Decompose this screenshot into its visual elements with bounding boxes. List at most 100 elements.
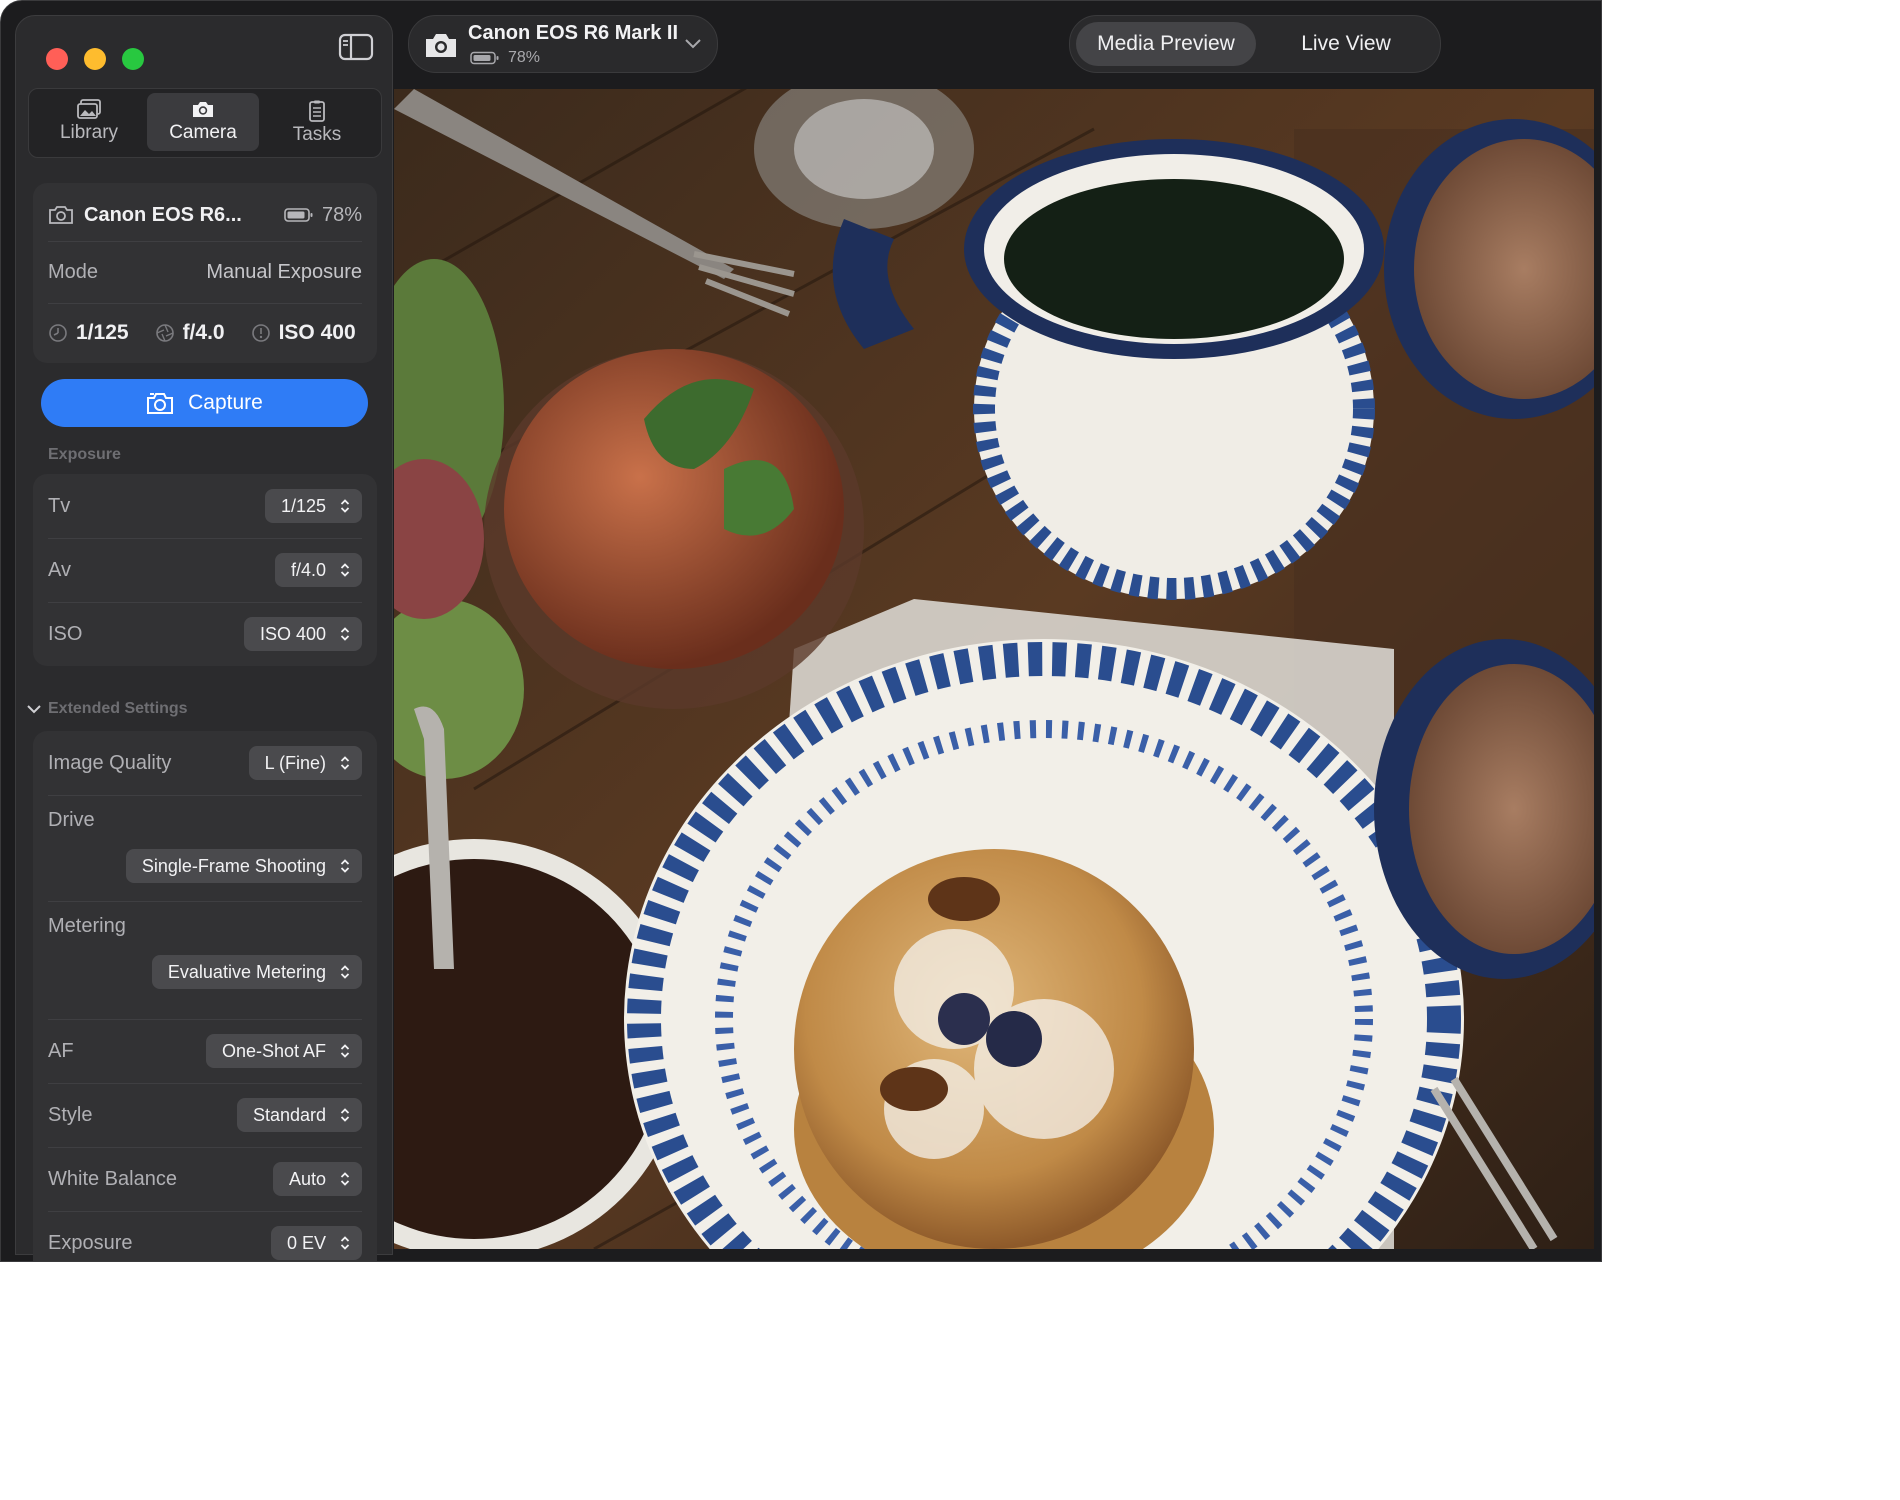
close-window-button[interactable]	[46, 48, 68, 70]
capture-button[interactable]: Capture	[41, 379, 368, 427]
iso-value: ISO 400	[278, 321, 356, 344]
sidebar-toggle-icon[interactable]	[338, 32, 374, 62]
sidebar: Library Camera Tasks Canon EOS R6... 78%…	[15, 15, 393, 1261]
updown-chevron-icon	[340, 859, 350, 873]
app-window: Library Camera Tasks Canon EOS R6... 78%…	[0, 0, 1602, 1262]
aperture-icon	[155, 324, 174, 342]
live-view-button[interactable]: Live View	[1266, 22, 1426, 66]
exposure-comp-row: Exposure 0 EV	[48, 1211, 362, 1261]
style-label: Style	[48, 1103, 93, 1126]
camera-info-card: Canon EOS R6... 78% Mode Manual Exposure	[33, 183, 377, 363]
media-preview-image[interactable]	[394, 89, 1594, 1249]
exposure-comp-label: Exposure	[48, 1231, 133, 1254]
style-value: Standard	[252, 1104, 326, 1125]
white-balance-select[interactable]: Auto	[272, 1162, 362, 1196]
shutter-speed-icon	[49, 324, 67, 342]
metering-select[interactable]: Evaluative Metering	[151, 955, 362, 989]
extended-settings-disclosure[interactable]: Extended Settings	[26, 700, 188, 718]
food-photo	[394, 89, 1594, 1249]
av-value: f/4.0	[290, 559, 326, 580]
af-value: One-Shot AF	[221, 1040, 326, 1061]
exposure-section-label: Exposure	[48, 446, 121, 463]
live-view-label: Live View	[1301, 32, 1391, 55]
drive-select[interactable]: Single-Frame Shooting	[125, 849, 362, 883]
media-preview-label: Media Preview	[1097, 32, 1235, 55]
minimize-window-button[interactable]	[84, 48, 106, 70]
image-quality-value: L (Fine)	[264, 752, 326, 773]
sidebar-tab-bar: Library Camera Tasks	[28, 88, 382, 158]
image-quality-row: Image Quality L (Fine)	[48, 731, 362, 795]
drive-row: Drive Single-Frame Shooting	[48, 795, 362, 901]
iso-row: ISO ISO 400	[48, 602, 362, 666]
tv-stepper[interactable]: 1/125	[264, 489, 362, 523]
camera-icon	[49, 206, 73, 224]
extended-settings-card: Image Quality L (Fine) Drive Single-Fram…	[33, 731, 377, 1261]
iso-stepper[interactable]: ISO 400	[243, 617, 362, 651]
metering-label: Metering	[48, 915, 126, 937]
mode-row: Mode Manual Exposure	[48, 241, 362, 303]
drive-value: Single-Frame Shooting	[141, 855, 326, 876]
clipboard-icon	[309, 100, 325, 122]
tab-label: Tasks	[292, 124, 342, 145]
af-row: AF One-Shot AF	[48, 1019, 362, 1083]
af-label: AF	[48, 1039, 74, 1062]
white-balance-value: Auto	[288, 1168, 326, 1189]
chevron-down-icon	[27, 705, 41, 714]
battery-icon	[470, 51, 499, 65]
battery-icon	[284, 208, 313, 222]
view-mode-toggle: Media Preview Live View	[1069, 15, 1441, 73]
camera-header-row: Canon EOS R6... 78%	[48, 183, 362, 247]
camera-capture-icon	[147, 393, 174, 414]
device-name: Canon EOS R6 Mark II	[468, 22, 679, 44]
style-select[interactable]: Standard	[236, 1098, 362, 1132]
updown-chevron-icon	[340, 499, 350, 513]
updown-chevron-icon	[340, 1044, 350, 1058]
camera-icon	[426, 34, 456, 57]
mode-value: Manual Exposure	[206, 260, 362, 283]
tab-camera[interactable]: Camera	[147, 93, 259, 151]
tv-value: 1/125	[280, 495, 326, 516]
zoom-window-button[interactable]	[122, 48, 144, 70]
av-row: Av f/4.0	[48, 538, 362, 602]
chevron-down-icon	[685, 39, 701, 49]
battery-level: 78%	[321, 203, 362, 226]
device-battery: 78%	[508, 49, 541, 66]
iso-label: ISO	[48, 622, 83, 645]
mode-label: Mode	[48, 260, 99, 283]
updown-chevron-icon	[340, 1236, 350, 1250]
metering-value: Evaluative Metering	[167, 961, 326, 982]
exposure-card: Tv 1/125 Av f/4.0 ISO ISO 400	[33, 474, 377, 666]
media-preview-button[interactable]: Media Preview	[1076, 22, 1256, 66]
image-quality-select[interactable]: L (Fine)	[248, 746, 362, 780]
drive-label: Drive	[48, 809, 95, 831]
updown-chevron-icon	[340, 756, 350, 770]
af-select[interactable]: One-Shot AF	[205, 1034, 362, 1068]
updown-chevron-icon	[340, 965, 350, 979]
updown-chevron-icon	[340, 1172, 350, 1186]
capture-label: Capture	[188, 391, 263, 414]
updown-chevron-icon	[340, 1108, 350, 1122]
white-balance-row: White Balance Auto	[48, 1147, 362, 1211]
iso-stepper-value: ISO 400	[259, 623, 326, 644]
camera-name: Canon EOS R6...	[84, 203, 242, 226]
white-balance-label: White Balance	[48, 1167, 177, 1190]
aperture-value: f/4.0	[182, 321, 225, 344]
style-row: Style Standard	[48, 1083, 362, 1147]
image-quality-label: Image Quality	[48, 751, 172, 774]
tv-label: Tv	[48, 494, 71, 517]
av-label: Av	[48, 558, 71, 581]
exposure-comp-value: 0 EV	[286, 1232, 326, 1253]
iso-icon	[251, 324, 270, 342]
metering-row: Metering Evaluative Metering	[48, 901, 362, 1007]
tab-label: Camera	[169, 122, 237, 143]
tab-library[interactable]: Library	[33, 93, 145, 151]
updown-chevron-icon	[340, 627, 350, 641]
device-selector[interactable]: Canon EOS R6 Mark II 78%	[408, 15, 718, 73]
shutter-value: 1/125	[76, 321, 129, 344]
tab-label: Library	[59, 122, 119, 143]
camera-icon	[193, 102, 213, 117]
av-stepper[interactable]: f/4.0	[274, 553, 362, 587]
tab-tasks[interactable]: Tasks	[261, 93, 373, 153]
exposure-comp-select[interactable]: 0 EV	[270, 1226, 362, 1260]
tv-row: Tv 1/125	[48, 474, 362, 538]
